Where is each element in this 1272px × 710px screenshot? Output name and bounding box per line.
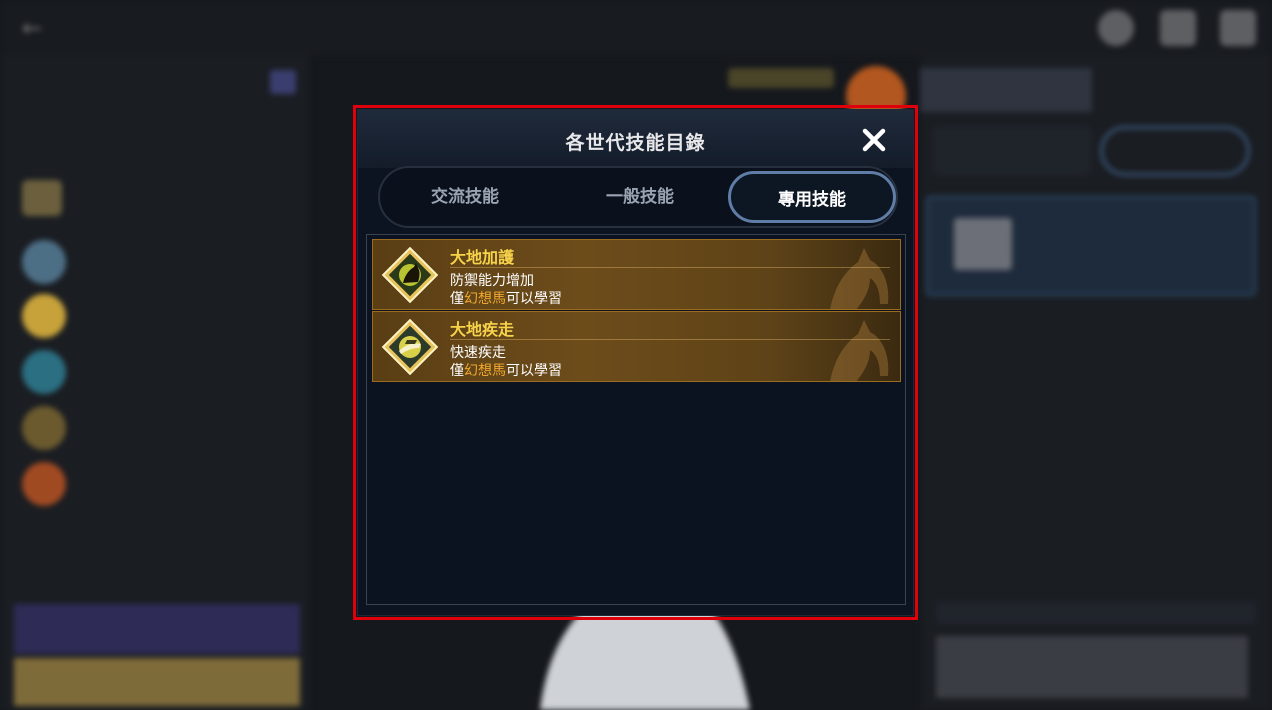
tab-exchange-skills[interactable]: 交流技能	[380, 178, 550, 216]
tab-exclusive-skills[interactable]: 專用技能	[728, 171, 896, 223]
bg-right-bar	[936, 602, 1256, 624]
skill-row[interactable]: 大地疾走 快速疾走 僅幻想馬可以學習	[372, 311, 901, 382]
requirement-suffix: 可以學習	[506, 363, 562, 379]
bg-header-icon[interactable]	[1098, 10, 1134, 46]
tab-general-skills[interactable]: 一般技能	[555, 178, 725, 216]
bg-right-big-button[interactable]	[936, 636, 1248, 698]
requirement-horse-type: 幻想馬	[464, 291, 506, 307]
close-button[interactable]	[858, 124, 890, 156]
requirement-prefix: 僅	[450, 363, 464, 379]
close-icon	[862, 128, 886, 152]
dialog-title: 各世代技能目錄	[565, 132, 706, 154]
requirement-prefix: 僅	[450, 291, 464, 307]
skill-description: 防禦能力增加	[450, 273, 534, 289]
skill-requirement: 僅幻想馬可以學習	[450, 360, 562, 380]
back-arrow-icon[interactable]: ←	[22, 14, 42, 42]
bg-right-button[interactable]	[932, 126, 1092, 176]
bg-special-row	[18, 180, 298, 220]
bg-skill-item	[22, 240, 292, 288]
bg-skill-item	[22, 350, 292, 398]
bg-horse-card[interactable]	[926, 196, 1256, 296]
bg-skill-item	[22, 462, 292, 510]
skill-row[interactable]: 大地加護 防禦能力增加 僅幻想馬可以學習	[372, 239, 901, 310]
bg-currency	[728, 68, 834, 88]
skill-description: 快速疾走	[450, 345, 506, 361]
bg-purple-button[interactable]	[14, 604, 300, 654]
divider	[450, 339, 890, 340]
bg-header	[0, 0, 1272, 56]
skill-requirement: 僅幻想馬可以學習	[450, 288, 562, 308]
horse-shield-skill-icon	[381, 246, 439, 304]
bg-exit-icon[interactable]	[1220, 10, 1256, 46]
skill-name: 大地疾走	[450, 320, 515, 339]
divider	[450, 267, 890, 268]
requirement-horse-type: 幻想馬	[464, 363, 506, 379]
bg-chat-icon[interactable]	[1160, 10, 1196, 46]
dialog-header: 各世代技能目錄	[358, 110, 913, 168]
requirement-suffix: 可以學習	[506, 291, 562, 307]
bg-right-button[interactable]	[1100, 126, 1250, 176]
bg-skill-item	[22, 406, 292, 454]
bg-right-tab[interactable]	[1096, 68, 1268, 112]
bg-skill-item	[22, 294, 292, 342]
skill-tabs: 交流技能 一般技能 專用技能	[378, 166, 898, 228]
skill-catalog-dialog: 各世代技能目錄 交流技能 一般技能 專用技能 大地加護 防禦能力增加 僅幻想馬可…	[358, 110, 913, 615]
horse-sprint-skill-icon	[381, 318, 439, 376]
bg-right-tab[interactable]	[920, 68, 1092, 112]
bg-filter-icon[interactable]	[270, 70, 296, 94]
bg-gold-button[interactable]	[14, 658, 300, 706]
skill-name: 大地加護	[450, 248, 515, 267]
horse-watermark-icon	[830, 320, 889, 381]
horse-watermark-icon	[830, 248, 889, 309]
skill-list: 大地加護 防禦能力增加 僅幻想馬可以學習 大地疾走 快速疾走 僅幻想馬可以學習	[366, 234, 906, 605]
